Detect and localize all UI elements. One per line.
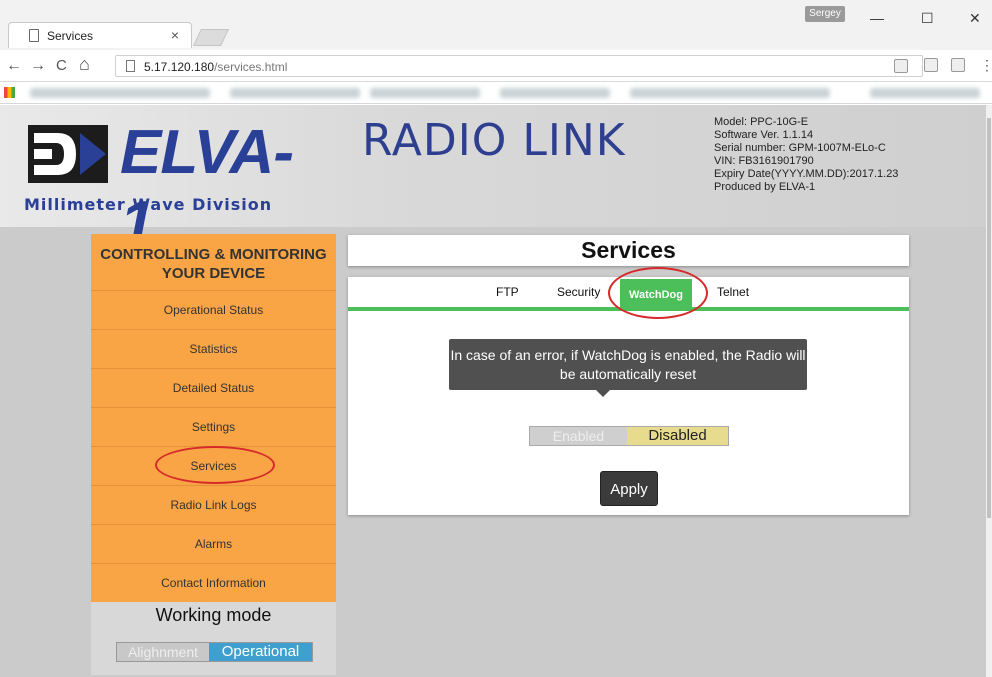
tab-ftp[interactable]: FTP xyxy=(496,285,519,299)
sidebar-item-operational-status[interactable]: Operational Status xyxy=(91,290,336,329)
maximize-icon[interactable]: ☐ xyxy=(921,10,934,27)
device-model: Model: PPC-10G-E xyxy=(714,116,809,128)
device-software: Software Ver. 1.1.14 xyxy=(714,129,814,141)
close-tab-icon[interactable]: × xyxy=(171,27,179,43)
page-title: Services xyxy=(581,237,676,263)
translate-icon[interactable] xyxy=(894,59,908,73)
page-info-icon[interactable] xyxy=(126,60,135,72)
bookmark-item[interactable] xyxy=(30,88,210,98)
watchdog-option-enabled[interactable]: Enabled xyxy=(530,427,627,445)
product-title: RADIO LINK xyxy=(362,115,626,166)
tab-title: Services xyxy=(47,29,94,43)
back-icon[interactable]: ← xyxy=(6,57,22,75)
sidebar-heading: CONTROLLING & MONITORING YOUR DEVICE xyxy=(91,234,336,290)
window-close-icon[interactable]: ✕ xyxy=(969,10,981,27)
home-icon[interactable]: ⌂ xyxy=(79,54,90,75)
tab-security[interactable]: Security xyxy=(557,285,600,299)
page-content: ELVA-1 Millimeter Wave Division RADIO LI… xyxy=(0,105,986,677)
sidebar-item-detailed-status[interactable]: Detailed Status xyxy=(91,368,336,407)
extension-icon[interactable] xyxy=(924,58,938,72)
working-mode-toggle[interactable]: Alighnment Operational xyxy=(116,642,313,662)
tab-telnet[interactable]: Telnet xyxy=(717,285,749,299)
device-expiry: Expiry Date(YYYY.MM.DD):2017.1.23 xyxy=(714,168,899,180)
apps-icon[interactable] xyxy=(4,87,15,98)
annotation-circle-services xyxy=(155,446,275,484)
sidebar-item-statistics[interactable]: Statistics xyxy=(91,329,336,368)
sidebar-item-alarms[interactable]: Alarms xyxy=(91,524,336,563)
logo-subtitle: Millimeter Wave Division xyxy=(24,195,273,214)
services-title-box: Services xyxy=(348,235,909,266)
bookmark-item[interactable] xyxy=(500,88,610,98)
elva-logo: ELVA-1 Millimeter Wave Division xyxy=(24,118,294,258)
sidebar-item-settings[interactable]: Settings xyxy=(91,407,336,446)
annotation-circle-watchdog xyxy=(608,267,708,319)
new-tab-button[interactable] xyxy=(193,29,229,46)
menu-icon[interactable]: ⋮ xyxy=(980,57,992,74)
mode-option-operational[interactable]: Operational xyxy=(209,643,312,661)
bookmarks-bar xyxy=(0,82,992,104)
bookmark-item[interactable] xyxy=(230,88,360,98)
device-producer: Produced by ELVA-1 xyxy=(714,181,816,193)
bookmark-item[interactable] xyxy=(870,88,980,98)
device-serial: Serial number: GPM-1007M-ELo-C xyxy=(714,142,886,154)
reload-icon[interactable]: C xyxy=(56,57,67,74)
scrollbar-thumb[interactable] xyxy=(987,118,991,518)
address-bar: ← → C ⌂ 5.17.120.180/services.html ⋮ xyxy=(0,50,992,82)
bookmark-item[interactable] xyxy=(630,88,830,98)
sidebar-item-contact-information[interactable]: Contact Information xyxy=(91,563,336,602)
working-mode-title: Working mode xyxy=(155,605,272,625)
watchdog-option-disabled[interactable]: Disabled xyxy=(627,427,728,445)
bookmark-item[interactable] xyxy=(370,88,480,98)
working-mode-panel: Working mode Alighnment Operational xyxy=(91,602,336,675)
minimize-icon[interactable]: — xyxy=(870,10,884,26)
tooltip-arrow xyxy=(596,390,610,397)
browser-tabstrip: Services × Sergey — ☐ ✕ xyxy=(0,0,992,50)
logo-mark-icon xyxy=(28,125,108,183)
forward-icon[interactable]: → xyxy=(30,57,46,75)
browser-tab[interactable]: Services × xyxy=(8,22,192,48)
page-icon xyxy=(29,29,39,42)
apply-button[interactable]: Apply xyxy=(600,471,658,506)
mode-option-alignment[interactable]: Alighnment xyxy=(117,643,209,661)
profile-badge[interactable]: Sergey xyxy=(805,6,845,22)
url-input[interactable]: 5.17.120.180/services.html xyxy=(115,55,923,77)
watchdog-toggle[interactable]: Enabled Disabled xyxy=(529,426,729,446)
pdf-extension-icon[interactable] xyxy=(951,58,965,72)
device-vin: VIN: FB3161901790 xyxy=(714,155,814,167)
device-info: Model: PPC-10G-E Software Ver. 1.1.14 Se… xyxy=(714,116,898,194)
sidebar-item-radio-link-logs[interactable]: Radio Link Logs xyxy=(91,485,336,524)
watchdog-tooltip: In case of an error, if WatchDog is enab… xyxy=(449,339,807,390)
url-text: 5.17.120.180/services.html xyxy=(144,60,288,74)
site-header: ELVA-1 Millimeter Wave Division RADIO LI… xyxy=(0,105,986,258)
